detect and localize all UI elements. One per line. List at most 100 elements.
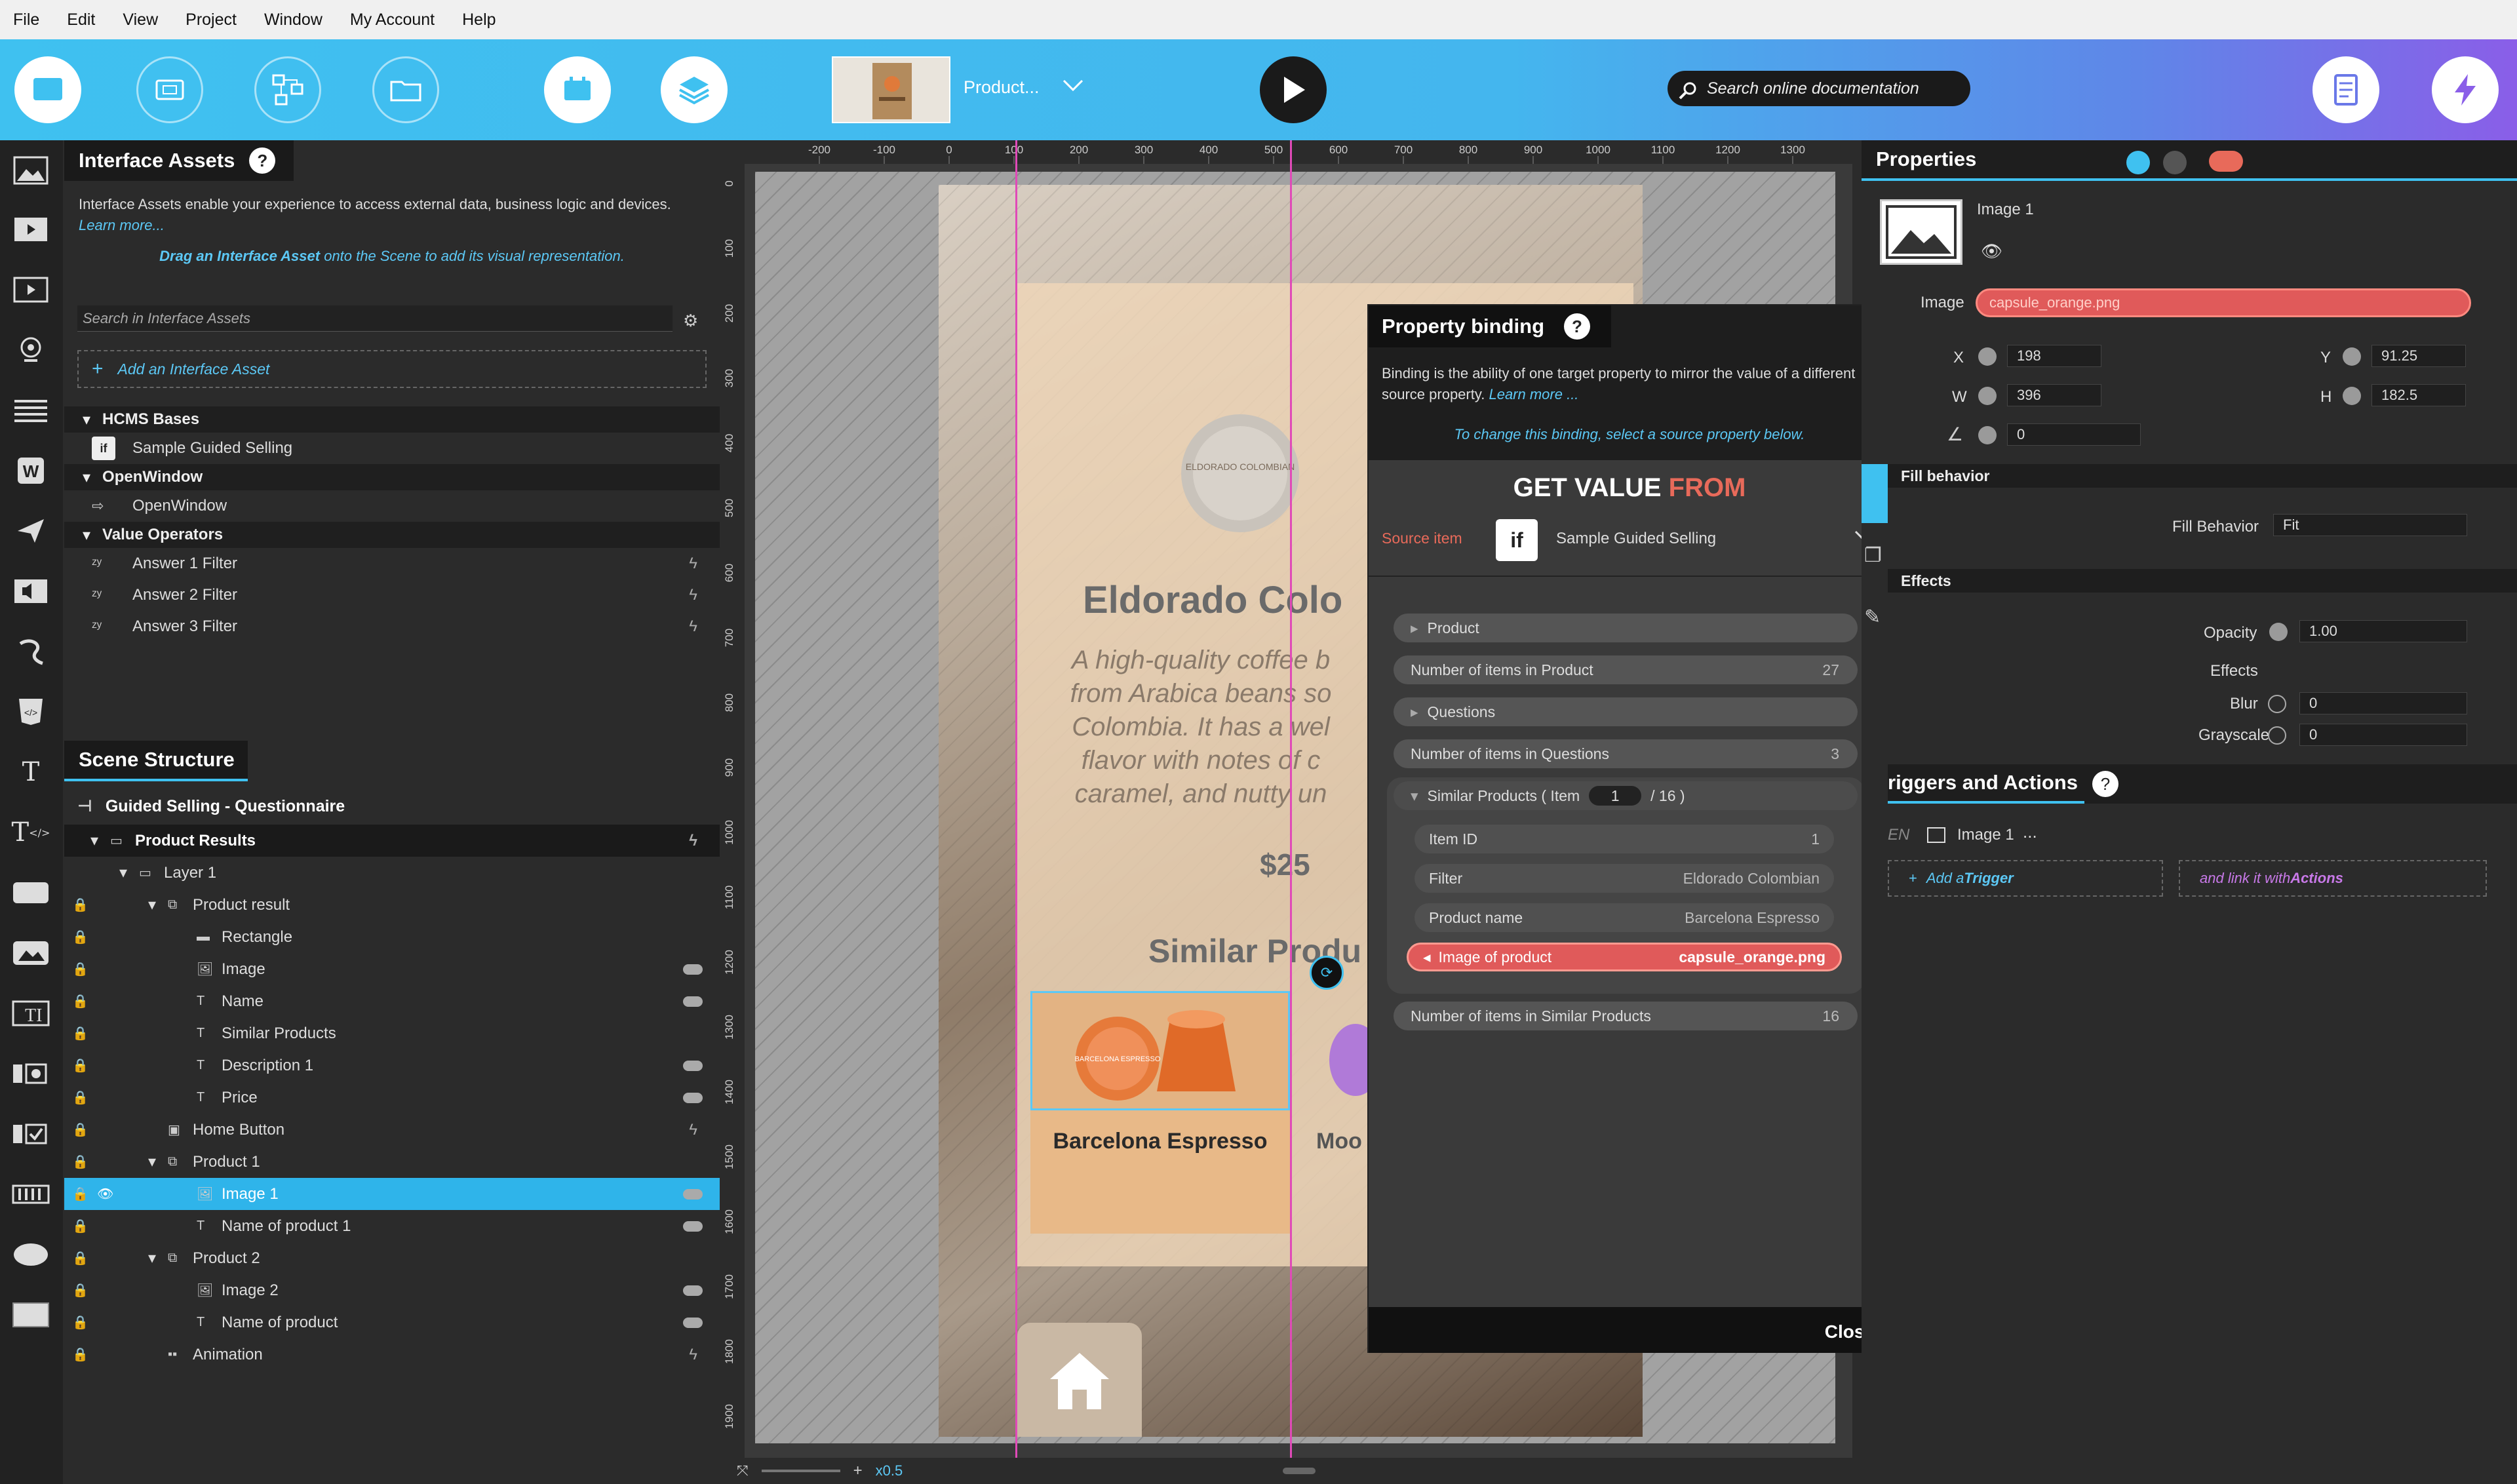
scene-tree-item[interactable]: 🔒 T Name of product (64, 1306, 720, 1338)
visibility-toggle-icon[interactable] (683, 1317, 703, 1328)
lock-icon[interactable]: 🔒 (72, 961, 88, 977)
scene-tree-item[interactable]: 🔒 ▾ ⧉ Product result (64, 889, 720, 921)
guide-line[interactable] (1290, 140, 1292, 1484)
scene-root[interactable]: ⊣ Guided Selling - Questionnaire (64, 788, 720, 825)
product-thumbnail[interactable] (832, 56, 950, 123)
asset-item[interactable]: ᶻʸ Answer 3 Filter ϟ (64, 611, 720, 642)
scene-tree-item[interactable]: ▾ ▭ Product Results ϟ (64, 825, 720, 857)
play-button[interactable] (1260, 56, 1327, 123)
opacity-input[interactable]: 1.00 (2299, 620, 2467, 642)
lock-icon[interactable]: 🔒 (72, 993, 88, 1009)
layers-button[interactable] (661, 56, 728, 123)
binding-source-subrow[interactable]: Product name Barcelona Espresso (1415, 903, 1834, 932)
zoom-slider[interactable] (761, 1470, 840, 1472)
learn-more-link[interactable]: Learn more ... (1489, 386, 1578, 402)
visibility-toggle-icon[interactable] (683, 996, 703, 1007)
eye-icon[interactable]: 👁 (1981, 241, 2002, 262)
webcam-widget-icon[interactable] (10, 333, 51, 367)
binding-source-row[interactable]: Number of items in Similar Products 16 (1394, 1002, 1858, 1030)
search-documentation-input[interactable]: Search online documentation (1668, 71, 1970, 106)
chevron-down-icon[interactable]: ▾ (148, 1249, 168, 1268)
angle-input[interactable]: 0 (2007, 423, 2141, 446)
lock-icon[interactable]: 🔒 (72, 897, 88, 913)
carousel-widget-icon[interactable] (10, 1177, 51, 1211)
menu-view[interactable]: View (123, 10, 158, 29)
opacity-bind-icon[interactable] (2269, 623, 2288, 641)
checkbox-widget-icon[interactable] (10, 1117, 51, 1151)
more-options-icon[interactable]: ... (2023, 822, 2037, 842)
edit-tab-icon[interactable] (1862, 464, 1888, 523)
lock-icon[interactable]: 🔒 (72, 1057, 88, 1074)
lock-icon[interactable]: 🔒 (72, 1314, 88, 1331)
binding-mode-icon[interactable] (2126, 151, 2150, 174)
visibility-toggle-icon[interactable] (683, 1092, 703, 1103)
image-widget-icon[interactable] (10, 153, 51, 187)
image-source-field[interactable]: capsule_orange.png (1976, 288, 2471, 317)
copy-icon[interactable]: ❐ (1864, 544, 1882, 567)
h-input[interactable]: 182.5 (2371, 384, 2466, 406)
html5-widget-icon[interactable]: </> (10, 695, 51, 729)
triggers-button[interactable] (2432, 56, 2499, 123)
eye-icon[interactable]: 👁 (97, 1186, 113, 1202)
rectangle-widget-icon[interactable] (10, 1298, 51, 1332)
web-widget-icon[interactable]: W (10, 454, 51, 488)
add-interface-asset-button[interactable]: + Add an Interface Asset (77, 350, 707, 388)
scene-tree-item[interactable]: 🔒 T Similar Products (64, 1017, 720, 1049)
scene-tree-item[interactable]: 🔒 T Description 1 (64, 1049, 720, 1082)
scene-tree-item[interactable]: 🔒 T Price (64, 1082, 720, 1114)
lock-icon[interactable]: 🔒 (72, 1250, 88, 1266)
chevron-down-icon[interactable]: ▾ (90, 831, 110, 850)
source-item-select[interactable]: Sample Guided Selling (1556, 530, 1716, 548)
rich-text-widget-icon[interactable]: T </> (10, 815, 51, 849)
help-icon[interactable]: ? (1564, 313, 1590, 340)
asset-section-header[interactable]: ▾ Value Operators (64, 522, 720, 548)
gear-icon[interactable]: ⚙ (683, 311, 698, 331)
menu-edit[interactable]: Edit (67, 10, 95, 29)
chevron-down-icon[interactable]: ▾ (148, 1152, 168, 1171)
visibility-toggle-icon[interactable] (683, 1060, 703, 1071)
help-icon[interactable]: ? (249, 147, 276, 174)
button-widget-icon[interactable] (10, 876, 51, 910)
chevron-down-icon[interactable] (1062, 79, 1084, 96)
scene-tree-item[interactable]: 🔒 👁 🖼 Image 1 (64, 1178, 720, 1210)
home-button[interactable] (1017, 1323, 1142, 1437)
send-widget-icon[interactable] (10, 514, 51, 548)
zoom-in-icon[interactable]: + (853, 1462, 863, 1480)
fit-icon[interactable]: ⤧ (737, 1462, 749, 1479)
lock-icon[interactable]: 🔒 (72, 929, 88, 945)
x-bind-icon[interactable] (1978, 347, 1997, 366)
asset-item[interactable]: ⇨ OpenWindow (64, 490, 720, 522)
asset-section-header[interactable]: ▾ HCMS Bases (64, 406, 720, 433)
grayscale-input[interactable]: 0 (2299, 724, 2467, 746)
angle-bind-icon[interactable] (1978, 426, 1997, 444)
audio-widget-icon[interactable] (10, 574, 51, 608)
horizontal-scrollbar[interactable] (1283, 1468, 1316, 1474)
blur-input[interactable]: 0 (2299, 692, 2467, 714)
menu-window[interactable]: Window (264, 10, 322, 29)
text-input-widget-icon[interactable]: TI (10, 996, 51, 1030)
lock-icon[interactable]: 🔒 (72, 1089, 88, 1106)
lock-icon[interactable]: 🔒 (72, 1122, 88, 1138)
magic-wand-icon[interactable]: ✎ (1864, 606, 1881, 629)
chevron-down-icon[interactable]: ▾ (119, 863, 139, 882)
item-stepper[interactable]: 1 (1589, 786, 1642, 806)
ellipse-widget-icon[interactable] (10, 1238, 51, 1272)
asset-item[interactable]: ᶻʸ Answer 1 Filter ϟ (64, 548, 720, 579)
blur-bind-icon[interactable] (2268, 695, 2286, 713)
visibility-toggle-icon[interactable] (683, 1220, 703, 1232)
binding-source-row[interactable]: ▸ Questions (1394, 697, 1858, 726)
lock-icon[interactable]: 🔒 (72, 1282, 88, 1298)
visibility-toggle-icon[interactable] (683, 1285, 703, 1296)
scene-tree-item[interactable]: 🔒 T Name (64, 985, 720, 1017)
product-selector-label[interactable]: Product... (964, 77, 1040, 98)
lock-icon[interactable]: 🔒 (72, 1218, 88, 1234)
text-widget-icon[interactable]: T (10, 755, 51, 789)
scene-tree-item[interactable]: 🔒 ▣ Home Button ϟ (64, 1114, 720, 1146)
visibility-toggle-icon[interactable] (683, 1188, 703, 1200)
binding-source-row[interactable]: Number of items in Product 27 (1394, 655, 1858, 684)
fill-behavior-select[interactable]: Fit (2273, 514, 2467, 536)
binding-badge-icon[interactable]: ⟳ (1310, 956, 1344, 990)
similar-products-row[interactable]: ▾ Similar Products ( Item 1/ 16 ) (1394, 781, 1858, 810)
flow-button[interactable] (254, 56, 321, 123)
lock-icon[interactable]: 🔒 (72, 1346, 88, 1363)
